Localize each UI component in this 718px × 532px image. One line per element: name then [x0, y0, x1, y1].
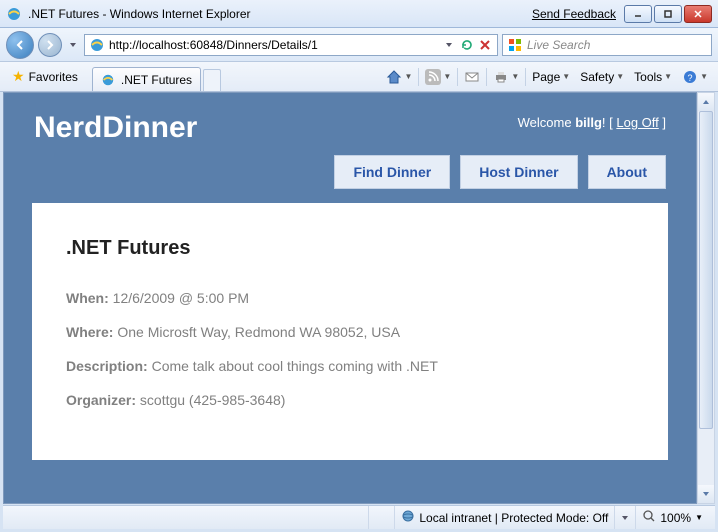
welcome-text: Welcome billg! [ Log Off ] — [518, 115, 666, 130]
svg-text:?: ? — [688, 73, 693, 83]
zoom-icon — [642, 509, 656, 526]
home-button[interactable]: ▼ — [382, 66, 416, 88]
status-message — [9, 506, 368, 529]
forward-button[interactable] — [38, 33, 62, 57]
recent-pages-dropdown[interactable] — [66, 33, 80, 57]
send-feedback-link[interactable]: Send Feedback — [532, 7, 616, 21]
address-dropdown[interactable] — [441, 37, 457, 53]
tab-label: .NET Futures — [121, 73, 192, 87]
refresh-button[interactable] — [459, 37, 475, 53]
dinner-where: Where: One Microsft Way, Redmond WA 9805… — [66, 324, 634, 340]
status-bar: Local intranet | Protected Mode: Off 100… — [3, 505, 715, 529]
status-protected-mode-dropdown[interactable] — [614, 506, 635, 529]
help-button[interactable]: ?▼ — [678, 66, 712, 88]
username: billg — [575, 115, 602, 130]
page-viewport: Welcome billg! [ Log Off ] NerdDinner Fi… — [3, 92, 697, 504]
window-title: .NET Futures - Windows Internet Explorer — [28, 7, 251, 21]
site-nav: Find Dinner Host Dinner About — [4, 155, 696, 203]
page-menu[interactable]: Page▼ — [528, 66, 574, 88]
url-text: http://localhost:60848/Dinners/Details/1 — [109, 38, 439, 52]
nav-about[interactable]: About — [588, 155, 666, 189]
print-button[interactable]: ▼ — [489, 66, 523, 88]
nav-host-dinner[interactable]: Host Dinner — [460, 155, 577, 189]
status-zone[interactable]: Local intranet | Protected Mode: Off — [394, 506, 614, 529]
dinner-title: .NET Futures — [66, 237, 634, 260]
favorites-button[interactable]: ★ Favorites — [6, 66, 84, 87]
page-icon — [89, 37, 105, 53]
close-button[interactable] — [684, 5, 712, 23]
scroll-thumb[interactable] — [699, 111, 713, 429]
scroll-down-button[interactable] — [698, 485, 714, 503]
nav-find-dinner[interactable]: Find Dinner — [334, 155, 450, 189]
tab-strip: .NET Futures — [92, 62, 221, 91]
read-mail-button[interactable] — [460, 66, 484, 88]
stop-button[interactable] — [477, 37, 493, 53]
tools-menu[interactable]: Tools▼ — [630, 66, 676, 88]
address-bar[interactable]: http://localhost:60848/Dinners/Details/1 — [84, 34, 498, 56]
safety-menu[interactable]: Safety▼ — [576, 66, 628, 88]
main-content: .NET Futures When: 12/6/2009 @ 5:00 PM W… — [32, 203, 668, 460]
zoom-control[interactable]: 100% ▼ — [635, 506, 709, 529]
dinner-when: When: 12/6/2009 @ 5:00 PM — [66, 290, 634, 306]
ie-icon — [6, 6, 22, 22]
dinner-description: Description: Come talk about cool things… — [66, 358, 634, 374]
new-tab-button[interactable] — [203, 69, 221, 91]
star-icon: ★ — [12, 68, 25, 85]
zoom-value: 100% — [660, 511, 691, 525]
search-box[interactable]: Live Search — [502, 34, 712, 56]
home-icon — [386, 69, 402, 85]
feeds-button[interactable]: ▼ — [421, 66, 455, 88]
logoff-link[interactable]: Log Off — [616, 115, 658, 130]
navigation-bar: http://localhost:60848/Dinners/Details/1… — [0, 28, 718, 62]
live-search-icon — [507, 37, 523, 53]
internet-zone-icon — [401, 509, 415, 526]
scroll-track[interactable] — [698, 111, 714, 485]
command-bar: ★ Favorites .NET Futures ▼ ▼ ▼ Page▼ Saf… — [0, 62, 718, 92]
scroll-up-button[interactable] — [698, 93, 714, 111]
minimize-button[interactable] — [624, 5, 652, 23]
maximize-button[interactable] — [654, 5, 682, 23]
back-button[interactable] — [6, 31, 34, 59]
help-icon: ? — [682, 69, 698, 85]
tab-icon — [101, 73, 115, 87]
search-placeholder: Live Search — [527, 38, 707, 52]
favorites-label: Favorites — [29, 70, 78, 84]
print-icon — [493, 69, 509, 85]
mail-icon — [464, 69, 480, 85]
rss-icon — [425, 69, 441, 85]
vertical-scrollbar[interactable] — [697, 92, 715, 504]
window-titlebar: .NET Futures - Windows Internet Explorer… — [0, 0, 718, 28]
dinner-organizer: Organizer: scottgu (425-985-3648) — [66, 392, 634, 408]
browser-tab[interactable]: .NET Futures — [92, 67, 201, 91]
status-popup-blocker[interactable] — [368, 506, 394, 529]
